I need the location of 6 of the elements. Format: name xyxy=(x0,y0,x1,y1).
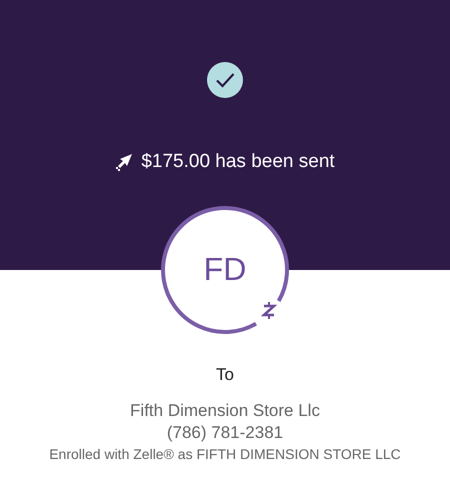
recipient-name: Fifth Dimension Store Llc xyxy=(130,400,320,422)
recipient-phone: (786) 781-2381 xyxy=(166,422,284,444)
enrollment-text: Enrolled with Zelle® as FIFTH DIMENSION STORE LLC xyxy=(49,444,401,464)
sent-message: $175.00 has been sent xyxy=(141,150,335,174)
to-label: To xyxy=(216,364,234,386)
avatar-initials: FD xyxy=(202,250,248,289)
